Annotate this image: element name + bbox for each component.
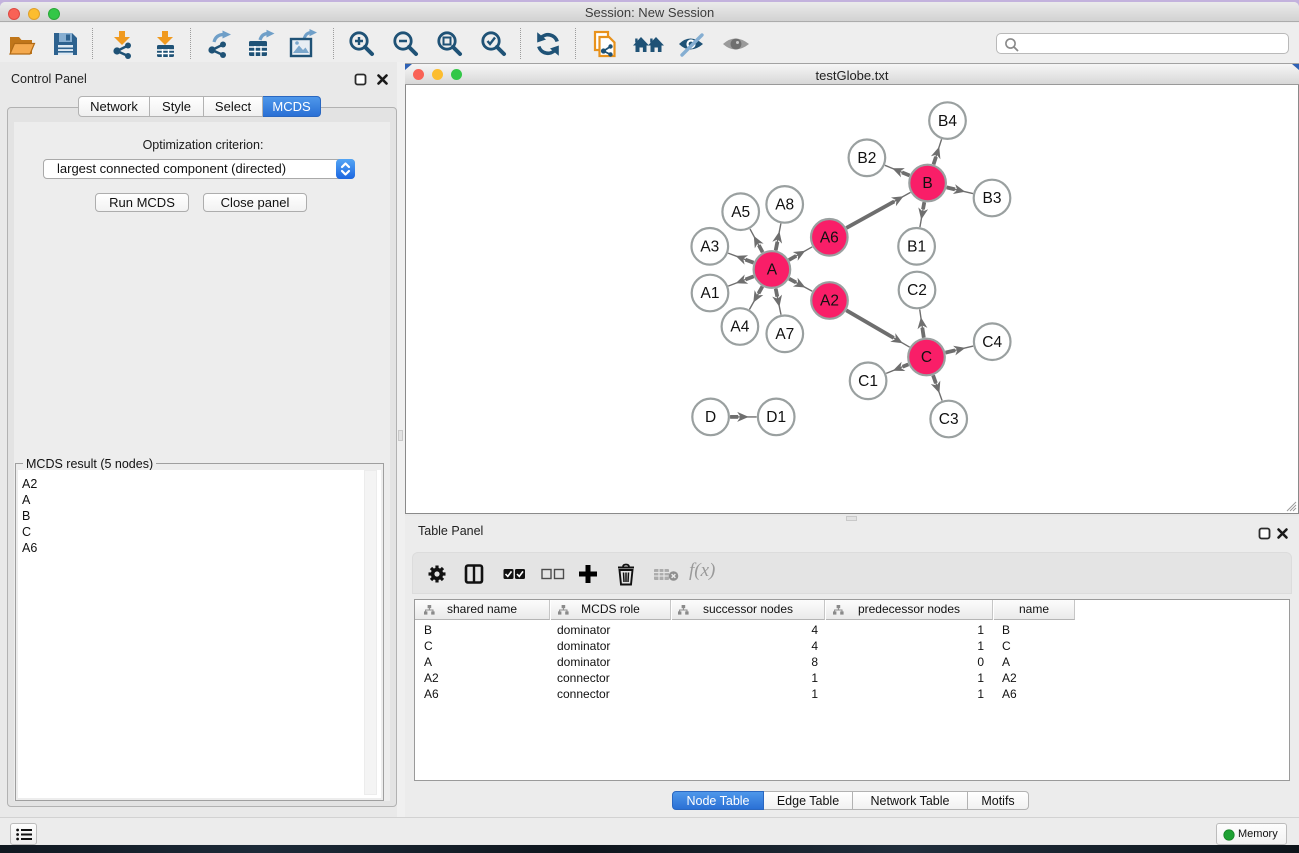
svg-text:D1: D1 [766, 409, 786, 426]
svg-text:A: A [767, 262, 778, 279]
svg-text:A1: A1 [701, 285, 720, 302]
svg-text:B2: B2 [857, 150, 876, 167]
svg-text:C3: C3 [939, 411, 959, 428]
svg-text:D: D [705, 409, 716, 426]
svg-text:A2: A2 [820, 293, 839, 310]
svg-text:A3: A3 [700, 239, 719, 256]
svg-text:A7: A7 [775, 326, 794, 343]
svg-text:A4: A4 [730, 319, 749, 336]
svg-text:B3: B3 [983, 190, 1002, 207]
svg-text:C4: C4 [982, 334, 1002, 351]
svg-text:A8: A8 [775, 197, 794, 214]
svg-text:B4: B4 [938, 113, 957, 130]
svg-text:C1: C1 [858, 373, 878, 390]
svg-text:B: B [922, 175, 932, 192]
svg-text:A5: A5 [731, 204, 750, 221]
svg-text:A6: A6 [820, 230, 839, 247]
svg-text:C2: C2 [907, 282, 927, 299]
svg-text:B1: B1 [907, 239, 926, 256]
svg-text:C: C [921, 349, 932, 366]
